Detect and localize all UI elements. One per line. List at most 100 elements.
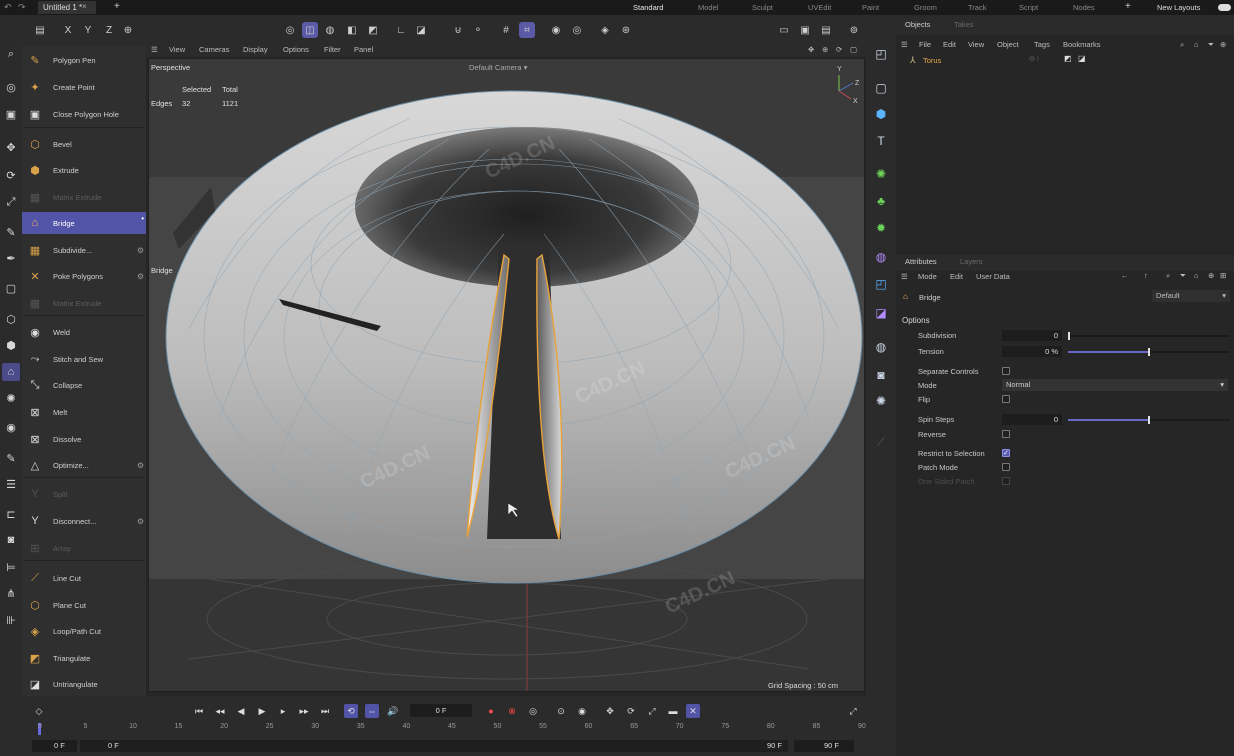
layers-icon[interactable]: ☰: [2, 475, 20, 493]
new-view-icon[interactable]: ◰: [872, 45, 890, 63]
point-mode-icon[interactable]: ◍: [322, 22, 338, 38]
viewport-maximize-icon[interactable]: ▢: [850, 45, 857, 54]
bridge-tool-icon[interactable]: ⌂: [2, 363, 20, 381]
close-tab-icon[interactable]: ×: [82, 2, 87, 11]
layout-tab-track[interactable]: Track: [968, 3, 986, 12]
render-view-icon[interactable]: ◉: [548, 22, 564, 38]
cube-object-icon[interactable]: ⬢: [872, 105, 890, 123]
viewport-zoom-icon[interactable]: ⊕: [822, 45, 828, 54]
axis-z-lock[interactable]: Z: [101, 22, 117, 38]
scale-key-icon[interactable]: ⤢: [645, 704, 659, 718]
attributes-menu-edit[interactable]: Edit: [950, 272, 963, 281]
one-sided-patch-checkbox[interactable]: [1002, 477, 1010, 485]
record-icon[interactable]: ●: [484, 704, 498, 718]
slider-knob[interactable]: [1068, 332, 1070, 340]
picture-viewer-icon[interactable]: ▣: [797, 22, 813, 38]
new-layouts-button[interactable]: New Layouts: [1157, 3, 1200, 12]
rotation-key-icon[interactable]: ◉: [575, 704, 589, 718]
rotate-key-icon[interactable]: ⟳: [624, 704, 638, 718]
layout-tab-nodes[interactable]: Nodes: [1073, 3, 1095, 12]
render-settings-icon[interactable]: ⊛: [618, 22, 634, 38]
cube-icon[interactable]: ▢: [2, 279, 20, 297]
viewport-menu-view[interactable]: View: [169, 45, 185, 54]
spin-steps-input[interactable]: 0: [1002, 414, 1062, 425]
objects-menu-view[interactable]: View: [968, 40, 984, 49]
tool-triangulate[interactable]: ◩ Triangulate: [22, 647, 146, 669]
objects-menu-object[interactable]: Object: [997, 40, 1019, 49]
layout-tab-standard[interactable]: Standard: [616, 0, 681, 15]
keyframe-selection-icon[interactable]: ◎: [526, 704, 540, 718]
gear-icon[interactable]: ⚙: [137, 246, 144, 255]
tool-collapse[interactable]: ⤡ Collapse: [22, 374, 146, 396]
mirror-icon[interactable]: ⋔: [2, 584, 20, 602]
viewport-menu-cameras[interactable]: Cameras: [199, 45, 229, 54]
bevel-tool-icon[interactable]: ⬢: [2, 336, 20, 354]
add-tab-icon[interactable]: +: [114, 1, 120, 12]
subdivision-slider[interactable]: [1068, 332, 1230, 340]
tool-create-point[interactable]: ✦ Create Point: [22, 76, 146, 98]
attributes-more-icon[interactable]: ⊞: [1220, 271, 1226, 280]
phong-tag-icon[interactable]: ◩: [1064, 54, 1072, 63]
preview-range-bar[interactable]: 0 F 90 F: [80, 740, 788, 752]
tool-untriangulate[interactable]: ◪ Untriangulate: [22, 673, 146, 695]
field-icon[interactable]: ◰: [872, 275, 890, 293]
gear-icon[interactable]: ⚙: [137, 517, 144, 526]
loop-icon[interactable]: ⟲: [344, 704, 358, 718]
render-queue-icon[interactable]: ▤: [818, 22, 834, 38]
material-tag-icon[interactable]: ◪: [1078, 54, 1086, 63]
tool-extrude[interactable]: ⬢ Extrude: [22, 159, 146, 181]
keyframe-diamond-icon[interactable]: ◇: [32, 704, 46, 718]
point-level-anim-icon[interactable]: ✕: [686, 704, 700, 718]
solo-icon[interactable]: ⊍: [450, 22, 466, 38]
previous-key-icon[interactable]: ◂◂: [213, 704, 227, 718]
tool-disconnect[interactable]: Y Disconnect... ⚙: [22, 510, 146, 532]
rotate-icon[interactable]: ⟳: [2, 166, 20, 184]
coordinate-system-icon[interactable]: ⊕: [120, 22, 136, 38]
objects-menu-bookmarks[interactable]: Bookmarks: [1063, 40, 1101, 49]
move-key-icon[interactable]: ✥: [603, 704, 617, 718]
scale-icon[interactable]: ⤢: [2, 193, 20, 211]
viewport-menu-options[interactable]: Options: [283, 45, 309, 54]
document-tab[interactable]: Untitled 1 *: [38, 1, 96, 14]
objects-search-icon[interactable]: ⌕: [1180, 40, 1184, 50]
restrict-to-selection-checkbox[interactable]: ✓: [1002, 449, 1010, 457]
timeline-expand-icon[interactable]: ⤢: [846, 704, 860, 718]
texture-mode-icon[interactable]: ◪: [413, 22, 429, 38]
live-selection-icon[interactable]: ◎: [2, 78, 20, 96]
up-arrow-icon[interactable]: ↑: [1144, 271, 1148, 280]
uv-mode-icon[interactable]: ◩: [365, 22, 381, 38]
scene-icon[interactable]: ◍: [872, 338, 890, 356]
tool-stitch-and-sew[interactable]: ⤳ Stitch and Sew: [22, 348, 146, 370]
deformer-icon[interactable]: ◍: [872, 248, 890, 266]
tab-takes[interactable]: Takes: [954, 20, 974, 29]
visibility-dots[interactable]: ⊙ ⁝: [1029, 55, 1039, 63]
weld-tool-icon[interactable]: ◉: [2, 418, 20, 436]
attributes-lock-icon[interactable]: ⌂: [1194, 271, 1199, 280]
objects-lock-icon[interactable]: ⌂: [1194, 40, 1199, 49]
attributes-hamburger-icon[interactable]: ☰: [901, 272, 908, 281]
tool-options-dot[interactable]: •: [141, 214, 144, 223]
objects-options-icon[interactable]: ⊕: [1220, 40, 1226, 49]
objects-menu-file[interactable]: File: [919, 40, 931, 49]
tool-polygon-pen[interactable]: ✎ Polygon Pen: [22, 49, 146, 71]
go-to-end-icon[interactable]: ⏭: [318, 704, 332, 718]
attributes-search-icon[interactable]: ⌕: [1166, 271, 1170, 281]
subdivision-input[interactable]: 0: [1002, 330, 1062, 341]
tool-melt[interactable]: ⊠ Melt: [22, 401, 146, 423]
autokey-icon[interactable]: ⊗: [505, 704, 519, 718]
spline-pen-icon[interactable]: ✒: [2, 249, 20, 267]
perspective-viewport[interactable]: C4D.CN C4D.CN C4D.CN C4D.CN C4D.CN Y Z X…: [148, 58, 865, 692]
go-to-start-icon[interactable]: ⏮: [192, 704, 206, 718]
objects-menu-tags[interactable]: Tags: [1034, 40, 1050, 49]
viewport-move-icon[interactable]: ✥: [808, 45, 814, 54]
soft-selection-icon[interactable]: ⚬: [470, 22, 486, 38]
mode-select[interactable]: Normal ▾: [1002, 379, 1228, 391]
range-icon[interactable]: ⇔: [365, 704, 379, 718]
magnet-icon[interactable]: ⊏: [2, 505, 20, 523]
tool-plane-cut[interactable]: ⬡ Plane Cut: [22, 594, 146, 616]
previous-frame-icon[interactable]: ◀: [234, 704, 248, 718]
brush-icon[interactable]: ✎: [2, 449, 20, 467]
tool-bevel[interactable]: ⬡ Bevel: [22, 133, 146, 155]
redo-icon[interactable]: ↷: [18, 2, 26, 13]
tension-input[interactable]: 0 %: [1002, 346, 1062, 357]
